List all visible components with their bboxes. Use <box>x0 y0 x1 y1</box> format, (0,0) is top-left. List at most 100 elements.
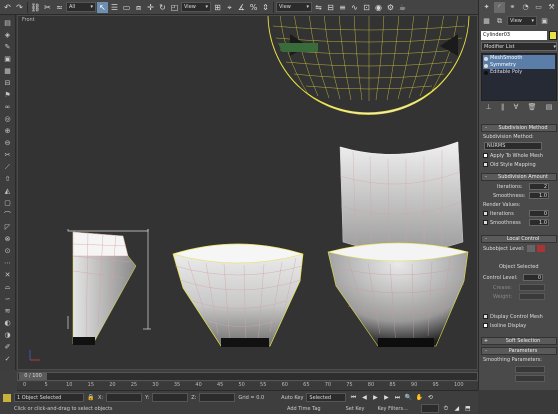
pivot-icon[interactable]: ⊞ <box>212 2 223 13</box>
script-icon[interactable] <box>3 405 11 413</box>
weight-spinner[interactable] <box>519 293 545 300</box>
angle-snap-icon[interactable]: ∡ <box>236 2 247 13</box>
add-time-tag-button[interactable]: Add Time Tag <box>287 406 321 412</box>
stack-item-editable-poly[interactable]: Editable Poly <box>483 69 555 76</box>
track-bar[interactable]: 0 5 10 15 20 25 30 35 40 45 50 55 60 65 70 75 80 85 90 95 10… <box>17 382 478 391</box>
display-control-mesh-checkbox[interactable]: Display Control Mesh <box>483 314 543 320</box>
remove-modifier-icon[interactable]: 🗑 <box>528 103 537 113</box>
zoom-icon[interactable]: 🔍 <box>404 394 412 402</box>
paint-tool-icon[interactable]: ✐ <box>2 342 14 352</box>
percent-snap-icon[interactable]: % <box>248 2 259 13</box>
make-unique-icon[interactable]: ∀ <box>514 103 519 113</box>
edit-tool-icon[interactable]: ✎ <box>2 42 14 52</box>
configure-sets-icon[interactable]: ▤ <box>546 103 553 113</box>
align-icon[interactable]: ⊟ <box>325 2 336 13</box>
bridge-tool-icon[interactable]: ⌒ <box>2 210 14 220</box>
lightbulb-icon[interactable] <box>484 63 488 68</box>
extrude-tool-icon[interactable]: ⇧ <box>2 174 14 184</box>
move-icon[interactable]: ✛ <box>145 2 156 13</box>
panel-icon[interactable]: ▣ <box>539 16 550 27</box>
subdivision-method-dropdown[interactable]: NURMS <box>484 142 542 150</box>
panel-view-dropdown[interactable]: View ▾ <box>507 16 537 26</box>
relax-spinner[interactable] <box>515 375 545 382</box>
modify-tab-icon[interactable]: ◜ <box>494 2 505 13</box>
graphite-tool-icon[interactable]: ▤ <box>2 18 14 28</box>
show-end-result-icon[interactable]: ∥ <box>501 103 505 113</box>
go-to-start-icon[interactable]: ⏮ <box>349 394 357 402</box>
redo-icon[interactable]: ↷ <box>14 2 25 13</box>
cut-tool-icon[interactable]: ✂ <box>2 150 14 160</box>
geometry-tool-icon[interactable]: ▣ <box>2 54 14 64</box>
grow-tool-icon[interactable]: ⊕ <box>2 126 14 136</box>
render-iterations-row[interactable]: Iterations <box>483 211 514 217</box>
unhide-tool-icon[interactable]: ◑ <box>2 330 14 340</box>
subdivision-tool-icon[interactable]: ▦ <box>2 66 14 76</box>
pan-icon[interactable]: ✋ <box>415 394 423 402</box>
z-coordinate-field[interactable] <box>199 393 236 402</box>
modifier-list-dropdown[interactable]: Modifier List ▾ <box>481 42 557 51</box>
panel-icon[interactable]: ▦ <box>481 16 492 27</box>
vertex-subobject-button[interactable] <box>527 245 535 252</box>
rollout-subdivision-amount[interactable]: - Subdivision Amount <box>481 173 557 181</box>
motion-tab-icon[interactable]: ◔ <box>520 2 531 13</box>
window-crossing-icon[interactable]: ⧈ <box>133 2 144 13</box>
smoothness-spinner[interactable]: 1.0 <box>529 192 549 199</box>
rotate-icon[interactable]: ↻ <box>157 2 168 13</box>
maximize-viewport-icon[interactable]: ⬒ <box>464 405 472 413</box>
scale-icon[interactable]: ◰ <box>169 2 180 13</box>
time-config-icon[interactable]: ⏱ <box>442 405 450 413</box>
key-filters-button[interactable]: Key Filters... <box>377 406 407 412</box>
select-icon[interactable]: ↖ <box>97 1 108 13</box>
ring-tool-icon[interactable]: ◎ <box>2 114 14 124</box>
lightbulb-icon[interactable] <box>484 56 488 61</box>
y-coordinate-field[interactable] <box>152 393 189 402</box>
set-key-button[interactable]: Set Key <box>346 406 365 412</box>
maxscript-listener-icon[interactable] <box>3 393 11 402</box>
apply-whole-mesh-checkbox[interactable]: Apply To Whole Mesh <box>483 153 543 159</box>
connect-tool-icon[interactable]: ⋯ <box>2 258 14 268</box>
time-slider-handle[interactable]: 0 / 100 <box>19 373 47 380</box>
hide-tool-icon[interactable]: ◐ <box>2 318 14 328</box>
render-icon[interactable]: ☕ <box>397 2 408 13</box>
iterations-spinner[interactable]: 2 <box>529 183 549 190</box>
curve-editor-icon[interactable]: ∿ <box>349 2 360 13</box>
link-icon[interactable]: ⛓ <box>30 2 41 13</box>
front-viewport[interactable]: Front <box>17 15 478 370</box>
schematic-icon[interactable]: ⊡ <box>361 2 372 13</box>
unlink-icon[interactable]: ✂ <box>42 2 53 13</box>
orbit-icon[interactable]: ⟲ <box>426 394 434 402</box>
field-of-view-icon[interactable]: ◢ <box>453 405 461 413</box>
rollout-soft-selection[interactable]: + Soft Selection <box>481 337 557 345</box>
undo-icon[interactable]: ↶ <box>2 2 13 13</box>
control-level-spinner[interactable]: 0 <box>523 274 543 281</box>
chamfer-tool-icon[interactable]: ◸ <box>2 222 14 232</box>
cap-tool-icon[interactable]: ⌓ <box>2 282 14 292</box>
bind-icon[interactable]: ≈ <box>54 2 65 13</box>
edge-subobject-button[interactable] <box>537 245 545 252</box>
hierarchy-tab-icon[interactable]: ⚭ <box>507 2 518 13</box>
stack-item-meshsmooth[interactable]: MeshSmooth <box>483 55 555 62</box>
rect-region-icon[interactable]: ▭ <box>121 2 132 13</box>
properties-tool-icon[interactable]: ⚑ <box>2 90 14 100</box>
old-style-mapping-checkbox[interactable]: Old Style Mapping <box>483 162 536 168</box>
material-editor-icon[interactable]: ◉ <box>373 2 384 13</box>
rollout-subdivision-method[interactable]: - Subdivision Method <box>481 124 557 132</box>
play-icon[interactable]: ▶ <box>371 394 379 402</box>
align-tool-icon[interactable]: ⊟ <box>2 78 14 88</box>
render-smoothness-row[interactable]: Smoothness <box>483 220 521 226</box>
quickslice-tool-icon[interactable]: ⟋ <box>2 162 14 172</box>
time-slider[interactable]: 0 / 100 <box>17 372 478 381</box>
bevel-tool-icon[interactable]: ◭ <box>2 186 14 196</box>
crease-spinner[interactable] <box>519 284 545 291</box>
current-frame-field[interactable] <box>420 404 439 413</box>
inset-tool-icon[interactable]: ▢ <box>2 198 14 208</box>
selection-filter-dropdown[interactable]: All ▾ <box>66 2 96 12</box>
x-coordinate-field[interactable] <box>106 393 143 402</box>
check-tool-icon[interactable]: ✓ <box>2 354 14 364</box>
selection-tool-icon[interactable]: ◈ <box>2 30 14 40</box>
isoline-display-checkbox[interactable]: Isoline Display <box>483 323 526 329</box>
key-set-dropdown[interactable]: Selected <box>306 393 347 402</box>
snap-icon[interactable]: ⌖ <box>224 2 235 13</box>
pin-stack-icon[interactable]: ⊥ <box>486 103 492 113</box>
rollout-local-control[interactable]: - Local Control <box>481 235 557 243</box>
